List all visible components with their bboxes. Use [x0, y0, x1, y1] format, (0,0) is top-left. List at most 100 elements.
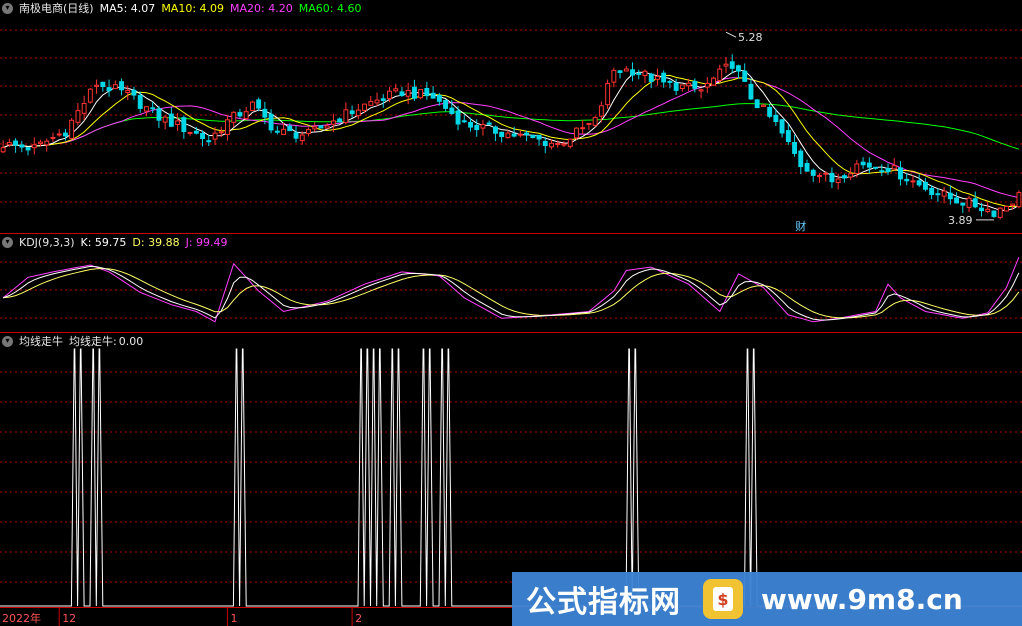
ma-legend-item: MA10: 4.09: [161, 1, 225, 15]
candle-body: [493, 126, 498, 134]
kdj-toggle-icon[interactable]: ▾: [2, 236, 13, 248]
candle-body: [168, 113, 174, 127]
event-marker-icon: 财: [795, 219, 806, 233]
candle-body: [231, 111, 237, 123]
candle-body: [94, 84, 100, 87]
candle-body: [692, 80, 698, 89]
watermark-logo-icon: $: [703, 579, 743, 619]
candle-body: [960, 202, 966, 206]
candle-body: [387, 90, 392, 100]
candle-body: [331, 120, 336, 125]
candle-body: [262, 108, 268, 118]
candle-body: [412, 86, 417, 99]
candle-body: [218, 131, 224, 134]
low-marker-label: 3.89: [948, 214, 973, 227]
candle-body: [144, 106, 149, 112]
candle-body: [661, 72, 667, 83]
candle-body: [237, 112, 243, 117]
candle-body: [306, 129, 311, 135]
candle-body: [904, 178, 910, 182]
candle-body: [773, 114, 779, 123]
candle-body: [268, 113, 274, 131]
high-marker-arrow: [725, 31, 737, 38]
candle-body: [293, 132, 299, 139]
candle-body: [474, 124, 480, 131]
candle-body: [985, 208, 991, 213]
candle-body: [455, 110, 461, 125]
candle-body: [879, 170, 885, 173]
candle-body: [1004, 205, 1009, 212]
candle-body: [854, 163, 860, 174]
candle-body: [842, 175, 847, 179]
candle-body: [405, 90, 411, 97]
signal-label: 均线走牛:: [69, 335, 117, 348]
candle-body: [380, 98, 386, 102]
candle-body: [430, 92, 436, 99]
candle-body: [1016, 192, 1022, 208]
candle-body: [349, 110, 355, 115]
candle-body: [617, 70, 623, 74]
kdj-legend-items: K: 59.75 D: 39.88 J: 99.49: [81, 236, 228, 249]
candle-body: [461, 120, 467, 123]
candle-body: [891, 165, 897, 170]
kdj-legend-item: K: 59.75: [80, 235, 127, 249]
candle-body: [798, 150, 804, 168]
candle-body: [648, 73, 654, 82]
candle-body: [848, 173, 854, 178]
candle-body: [954, 197, 959, 204]
main-legend: ▾ 南极电商(日线) MA5: 4.07 MA10: 4.09 MA20: 4.20…: [2, 0, 361, 16]
candle-body: [611, 69, 617, 83]
candle-body: [343, 109, 349, 124]
candle-body: [499, 131, 505, 138]
candle-body: [13, 140, 19, 146]
candle-body: [256, 99, 262, 109]
candle-body: [991, 210, 997, 217]
candle-body: [686, 82, 692, 87]
candle-body: [424, 88, 430, 97]
main-toggle-icon[interactable]: ▾: [2, 2, 13, 14]
candle-body: [125, 89, 131, 94]
candle-body: [299, 134, 305, 142]
candle-body: [910, 180, 916, 183]
candle-body: [898, 167, 903, 180]
signal-legend: ▾ 均线走牛 均线走牛: 0.00: [2, 333, 143, 349]
candle-body: [574, 127, 579, 139]
candle-body: [748, 83, 754, 100]
signal-toggle-icon[interactable]: ▾: [2, 335, 13, 347]
candle-body: [885, 168, 891, 173]
signal-line: [0, 348, 1022, 607]
signal-value: 0.00: [118, 334, 144, 348]
candle-body: [200, 133, 206, 139]
candle-body: [655, 75, 660, 80]
candle-body: [436, 94, 442, 102]
kdj-k-line: [2, 265, 1020, 321]
candle-body: [63, 132, 68, 137]
candle-body: [717, 68, 723, 81]
candle-body: [723, 63, 729, 67]
candle-body: [399, 91, 405, 97]
candle-body: [536, 134, 542, 140]
candle-body: [418, 89, 424, 99]
x-axis-label: 2022年: [2, 611, 41, 625]
chart-svg: 5.283.89财2022年 12 1 2: [0, 29, 1022, 626]
candle-body: [923, 181, 928, 190]
candle-body: [44, 140, 50, 146]
kdj-legend-item: D: 39.88: [132, 235, 180, 249]
candle-body: [250, 101, 255, 111]
candle-body: [580, 127, 586, 130]
candle-body: [181, 117, 187, 132]
candle-body: [480, 124, 486, 129]
candle-body: [468, 122, 474, 128]
candle-body: [106, 87, 112, 92]
candle-body: [393, 88, 399, 92]
ma-legend-item: MA20: 4.20: [230, 1, 293, 15]
candle-body: [505, 132, 511, 139]
candle-body: [274, 130, 280, 133]
candle-body: [312, 126, 318, 130]
candle-body: [947, 192, 953, 200]
candle-body: [623, 68, 629, 72]
candle-body: [810, 169, 816, 176]
candle-body: [729, 61, 735, 69]
candle-body: [156, 108, 162, 121]
candle-body: [630, 69, 635, 76]
